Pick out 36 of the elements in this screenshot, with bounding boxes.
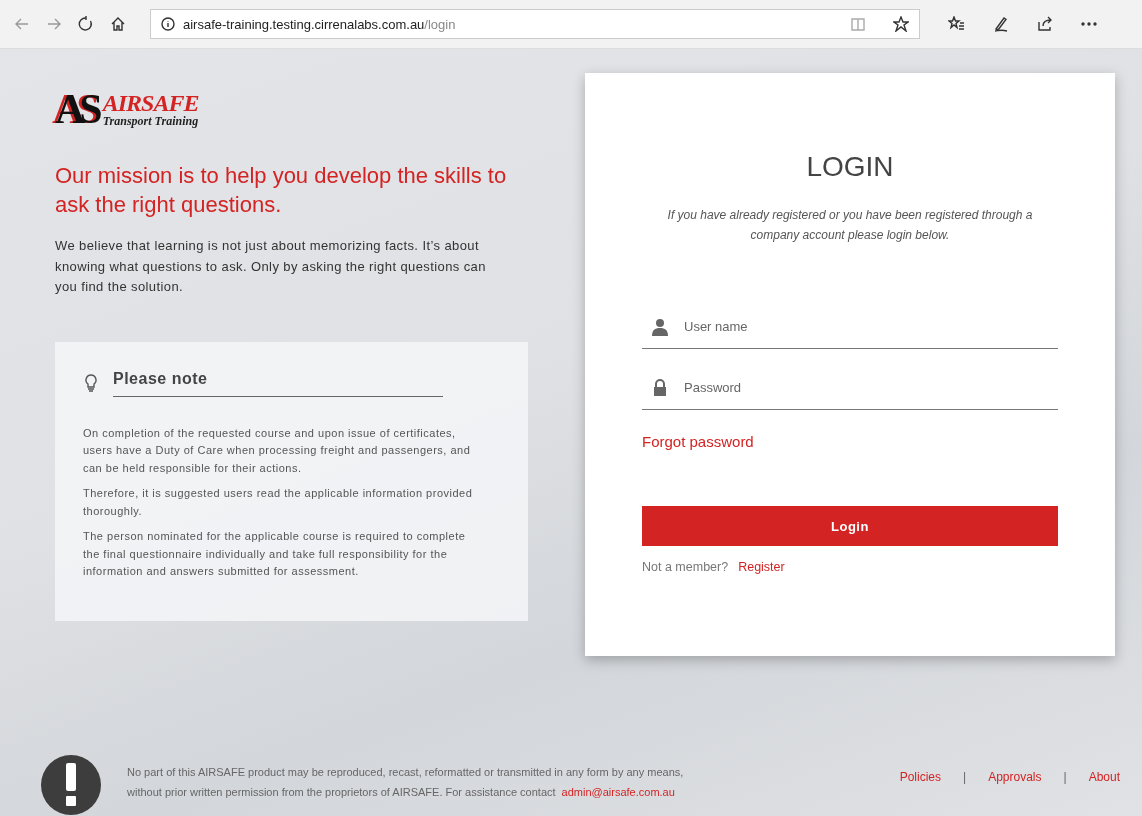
refresh-icon[interactable] [78,16,94,32]
note-paragraph: Therefore, it is suggested users read the applicable information provided thoroughly. [83,486,473,519]
link-separator: | [1063,770,1067,784]
url-text: airsafe-training.testing.cirrenalabs.com.au/login [183,16,457,32]
favorites-icon[interactable] [948,16,965,32]
login-title: LOGIN [805,151,895,183]
register-link[interactable]: Register [738,560,785,574]
assistance-notice: without prior written permission from the proprietors of AIRSAFE. For assistance contact [127,786,556,798]
pen-icon[interactable] [993,16,1009,32]
info-icon [161,17,175,31]
address-bar[interactable]: airsafe-training.testing.cirrenalabs.com.au/login [150,9,920,39]
star-icon[interactable] [893,16,909,32]
note-paragraph: On completion of the requested course and upon issue of certificates, users have a Duty of Care when processing freight and passengers, and can be held responsible for their actions. [83,425,472,476]
password-field[interactable]: Password [684,380,1058,395]
username-field[interactable]: User name [684,319,1058,334]
login-button[interactable]: Login [642,506,1058,546]
forward-icon[interactable] [46,16,62,32]
forgot-password-link[interactable]: Forgot password [642,433,754,450]
copyright-notice: No part of this AIRSAFE product may be reproduced, recast, reformatted or transmitted in any form by any means, [127,765,685,780]
footer-link[interactable]: Approvals [988,770,1042,784]
note-title: Please note [113,369,443,397]
lightbulb-icon [83,373,99,393]
note-paragraph: The person nominated for the applicable course is required to complete the final questionnaire individually and take full responsibility for the information and answers submitted for assessment. [83,529,467,579]
home-icon[interactable] [110,16,126,32]
user-icon [652,317,668,336]
mission-heading: Our mission is to help you develop the skills to ask the right questions. [55,162,508,219]
share-icon[interactable] [1037,16,1053,32]
back-icon[interactable] [14,16,30,32]
email-link[interactable]: admin@airsafe.com.au [561,786,675,798]
footer-link[interactable]: About [1088,770,1120,784]
lock-icon [652,379,668,396]
mission-text: We believe that learning is not just about memorizing facts. It’s about knowing what questions to ask. Only by asking the right questions can you find the solution. [55,237,487,296]
member-prompt: Not a member? [642,560,729,574]
link-separator: | [963,770,967,784]
login-intro: If you have already registered or you have been registered through a company account please login below. [666,207,1034,244]
footer-link[interactable]: Policies [899,770,941,784]
